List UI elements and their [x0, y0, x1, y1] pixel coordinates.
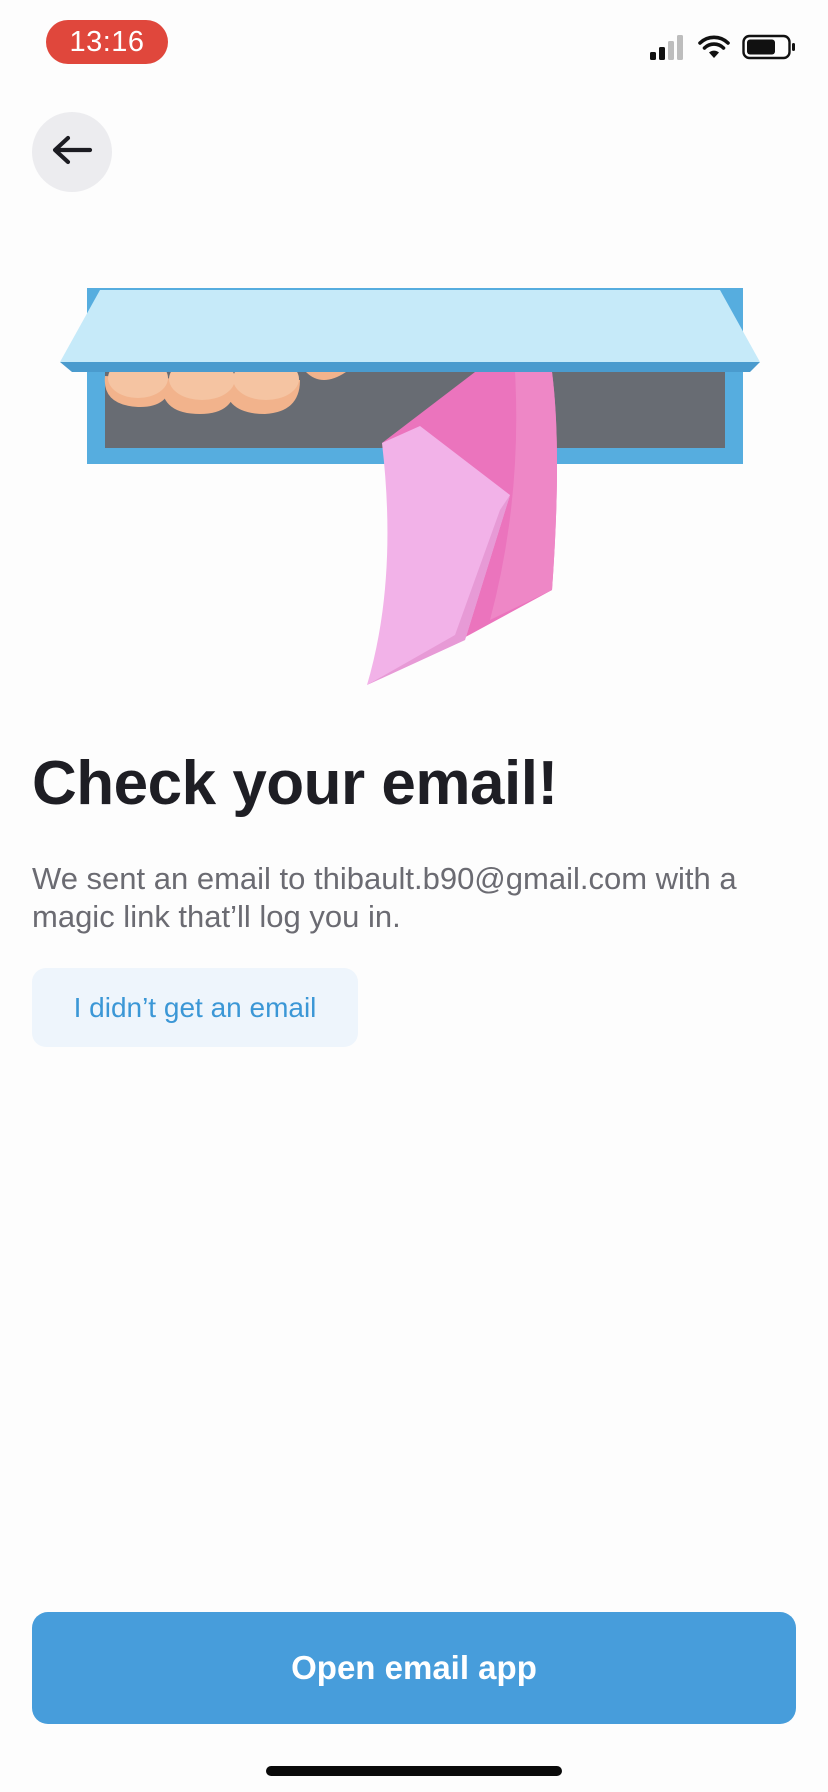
slot-flap [60, 290, 760, 362]
wifi-icon [698, 34, 730, 65]
battery-icon [742, 34, 796, 65]
status-icons [650, 34, 796, 65]
open-email-app-button[interactable]: Open email app [32, 1612, 796, 1724]
home-indicator[interactable] [266, 1766, 562, 1776]
page-title: Check your email! [32, 749, 558, 818]
arrow-left-icon [50, 134, 94, 171]
back-button[interactable] [32, 112, 112, 192]
cellular-signal-icon [650, 34, 686, 65]
status-time: 13:16 [46, 20, 168, 64]
status-bar: 13:16 [0, 0, 828, 90]
confirmation-message: We sent an email to thibault.b90@gmail.c… [32, 861, 737, 934]
mail-slot-illustration [60, 280, 770, 700]
didnt-get-email-button[interactable]: I didn’t get an email [32, 968, 358, 1047]
